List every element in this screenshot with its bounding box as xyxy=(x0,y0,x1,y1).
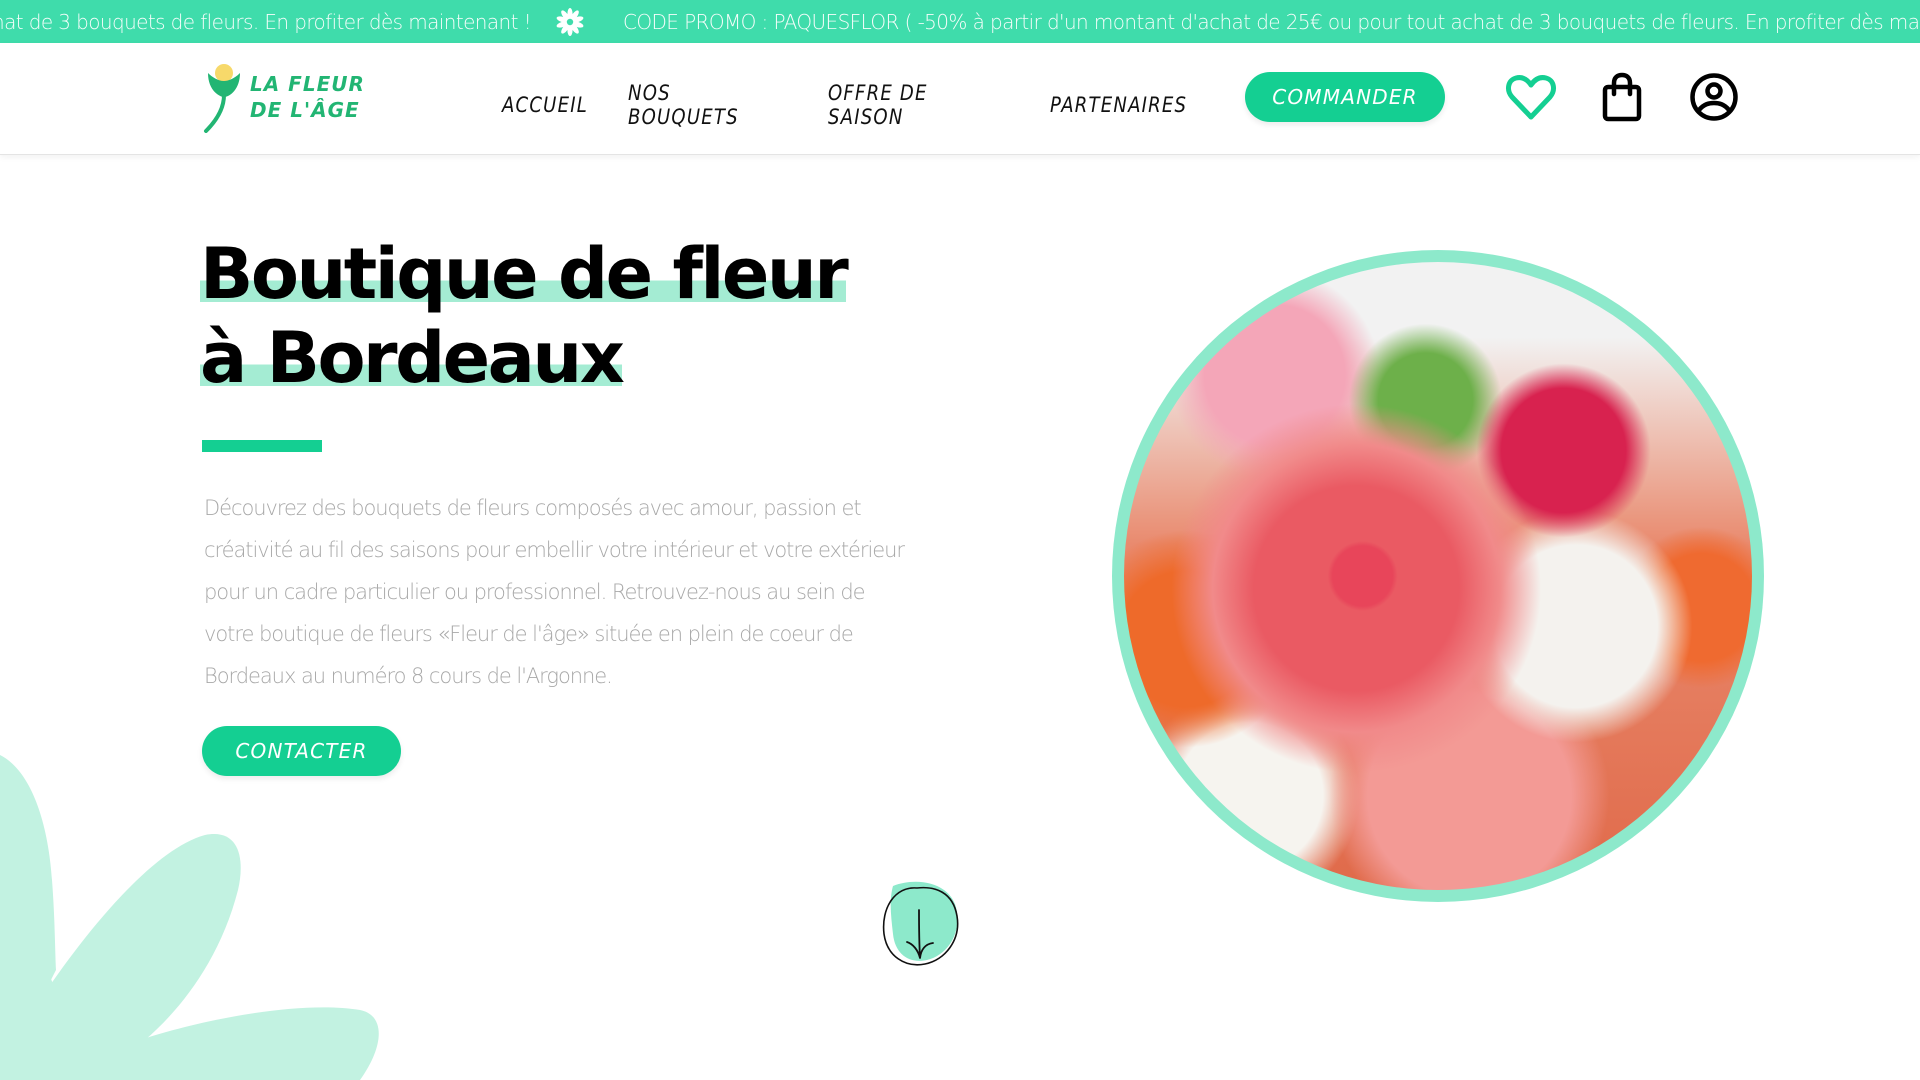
logo-link[interactable]: LA FLEUR DE L'ÂGE xyxy=(200,61,365,133)
promo-banner: nat de 3 bouquets de fleurs. En profiter… xyxy=(0,0,1920,43)
hero-description: Découvrez des bouquets de fleurs composé… xyxy=(204,496,905,688)
wishlist-button[interactable] xyxy=(1502,68,1560,126)
promo-code-text: CODE PROMO : PAQUESFLOR ( -50% à partir … xyxy=(623,9,1920,34)
commander-button[interactable]: COMMANDER xyxy=(1245,72,1445,122)
logo-line-1: LA FLEUR xyxy=(250,72,365,96)
decorative-petals xyxy=(0,755,379,1080)
nav-offre-de-saison[interactable]: OFFRE DE SAISON xyxy=(828,81,983,129)
nav-nos-bouquets[interactable]: NOS BOUQUETS xyxy=(628,81,762,129)
bouquet-photo xyxy=(1124,262,1752,890)
user-account-icon xyxy=(1690,73,1738,121)
heart-icon xyxy=(1506,75,1556,120)
promo-text: nat de 3 bouquets de fleurs. En profiter… xyxy=(0,9,532,34)
shopping-bag-icon xyxy=(1602,72,1642,122)
cart-button[interactable] xyxy=(1593,68,1651,126)
contacter-button[interactable]: CONTACTER xyxy=(202,726,401,776)
logo-line-2: DE L'ÂGE xyxy=(250,98,360,122)
tulip-logo-icon xyxy=(204,64,240,133)
site-header: LA FLEUR DE L'ÂGE ACCUEIL NOS BOUQUETS O… xyxy=(0,43,1920,155)
scroll-down-arrow-icon xyxy=(882,881,959,966)
hero-title-line-2: à Bordeaux xyxy=(200,317,625,399)
promo-marquee: nat de 3 bouquets de fleurs. En profiter… xyxy=(0,0,1920,43)
account-button[interactable] xyxy=(1685,68,1743,126)
hero-image-frame xyxy=(1112,250,1764,902)
nav-partenaires[interactable]: PARTENAIRES xyxy=(1050,93,1186,117)
scroll-down-button[interactable] xyxy=(855,860,975,980)
logo-text: LA FLEUR DE L'ÂGE xyxy=(250,71,365,123)
nav-accueil[interactable]: ACCUEIL xyxy=(502,93,587,117)
hero-title-line-1: Boutique de fleur xyxy=(200,233,849,315)
title-accent-bar xyxy=(202,440,322,452)
main-nav: ACCUEIL NOS BOUQUETS OFFRE DE SAISON PAR… xyxy=(502,81,1230,129)
daisy-icon xyxy=(553,5,587,39)
hero-title: Boutique de fleur à Bordeaux xyxy=(200,232,849,400)
